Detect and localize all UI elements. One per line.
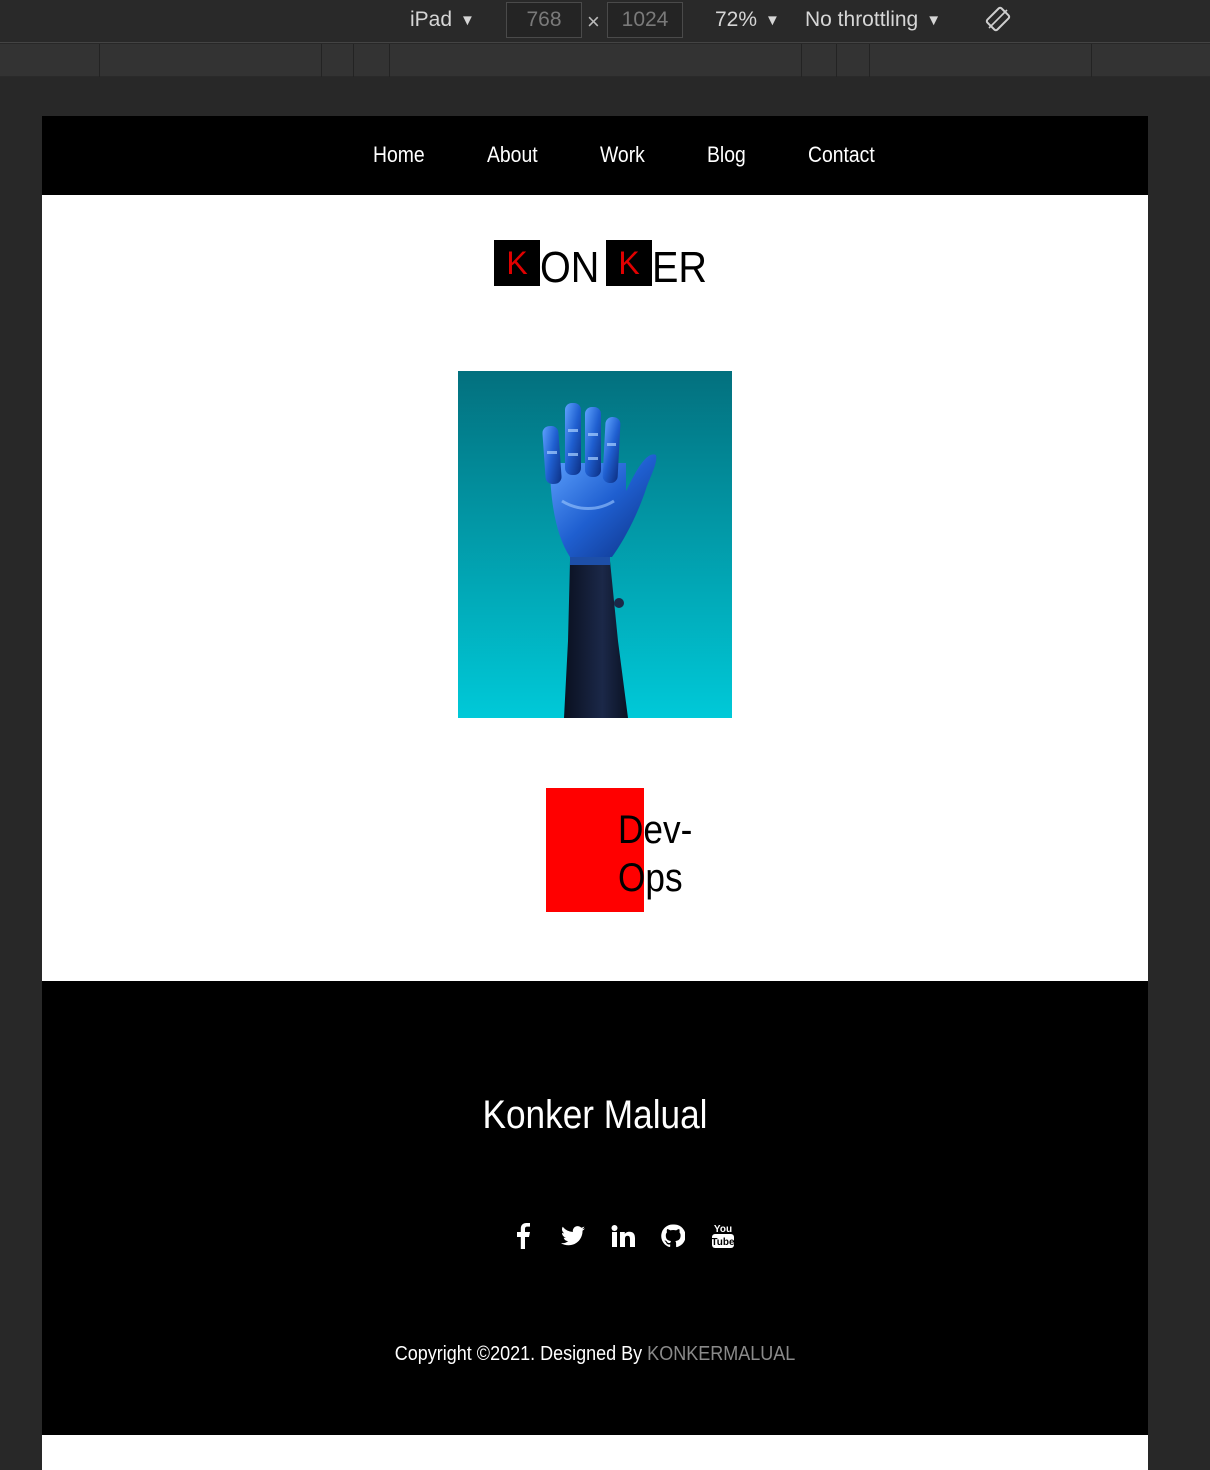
youtube-icon[interactable]: You Tube bbox=[708, 1221, 738, 1251]
facebook-icon[interactable] bbox=[508, 1221, 538, 1251]
chevron-down-icon: ▼ bbox=[765, 11, 780, 29]
copyright-text: Copyright ©2021. Designed By KONKERMALUA… bbox=[97, 1343, 1092, 1366]
copyright-label: Copyright ©2021. Designed By bbox=[394, 1343, 643, 1365]
throttling-select[interactable]: No throttling ▼ bbox=[805, 8, 941, 32]
logo-text: ER bbox=[652, 243, 708, 292]
twitter-icon[interactable] bbox=[558, 1221, 588, 1251]
nav-link-work[interactable]: Work bbox=[600, 142, 645, 168]
nav-link-home[interactable]: Home bbox=[373, 142, 425, 168]
robotic-hand-image bbox=[458, 371, 732, 718]
logo-letter-box: K bbox=[606, 240, 652, 286]
logo-letter-box: K bbox=[494, 240, 540, 286]
rotate-icon[interactable] bbox=[985, 6, 1011, 32]
device-select[interactable]: iPad ▼ bbox=[410, 8, 475, 32]
media-query-ruler[interactable] bbox=[0, 44, 1210, 77]
logo-text: ON bbox=[540, 243, 600, 292]
emulated-page: Home About Work Blog Contact K ON K ER D… bbox=[42, 116, 1148, 1470]
devops-line: Dev- bbox=[618, 808, 693, 852]
chevron-down-icon: ▼ bbox=[926, 11, 942, 29]
times-icon: × bbox=[587, 9, 600, 34]
zoom-select[interactable]: 72% ▼ bbox=[715, 8, 780, 32]
devtools-device-toolbar: iPad ▼ 768 × 1024 72% ▼ No throttling ▼ bbox=[0, 0, 1210, 43]
nav-link-contact[interactable]: Contact bbox=[808, 142, 875, 168]
height-input[interactable]: 1024 bbox=[607, 2, 683, 38]
svg-text:Tube: Tube bbox=[711, 1237, 735, 1248]
github-icon[interactable] bbox=[658, 1221, 688, 1251]
chevron-down-icon: ▼ bbox=[460, 11, 475, 29]
footer-name: Konker Malual bbox=[482, 1093, 708, 1137]
device-label: iPad bbox=[410, 8, 453, 31]
site-logo[interactable]: K ON K ER bbox=[494, 240, 713, 290]
designer-link[interactable]: KONKERMALUAL bbox=[647, 1343, 795, 1365]
svg-text:You: You bbox=[714, 1224, 732, 1235]
social-links: You Tube bbox=[508, 1221, 738, 1251]
nav-link-about[interactable]: About bbox=[487, 142, 538, 168]
zoom-label: 72% bbox=[715, 8, 758, 31]
nav-link-blog[interactable]: Blog bbox=[707, 142, 746, 168]
linkedin-icon[interactable] bbox=[608, 1221, 638, 1251]
site-footer: Konker Malual You Tube Copyright ©2021. … bbox=[42, 981, 1148, 1435]
throttling-label: No throttling bbox=[805, 8, 919, 31]
devops-heading: Dev- Ops bbox=[618, 806, 692, 902]
width-input[interactable]: 768 bbox=[506, 2, 582, 38]
top-navigation: Home About Work Blog Contact bbox=[42, 116, 1148, 195]
devops-line: Ops bbox=[618, 856, 683, 900]
